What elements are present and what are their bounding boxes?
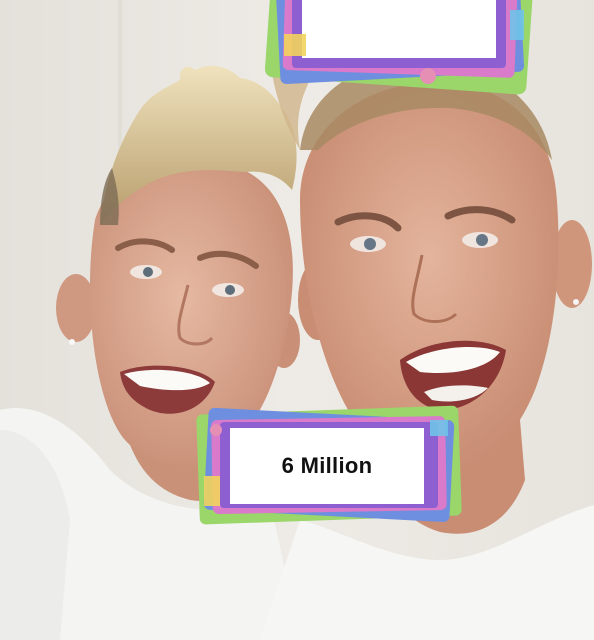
right-person-earring xyxy=(573,299,579,305)
subscriber-count-card: 6 Million xyxy=(232,428,422,504)
top-filter-card xyxy=(264,0,534,95)
photo-scene: 6 Million xyxy=(0,0,594,640)
right-person-pupil-left xyxy=(364,238,376,250)
left-person-earring xyxy=(69,339,75,345)
left-person-pupil-right xyxy=(225,285,235,295)
right-person-pupil-right xyxy=(476,234,488,246)
left-person-pupil-left xyxy=(143,267,153,277)
photo-illustration xyxy=(0,0,594,640)
subscriber-count-label: 6 Million xyxy=(281,453,373,478)
